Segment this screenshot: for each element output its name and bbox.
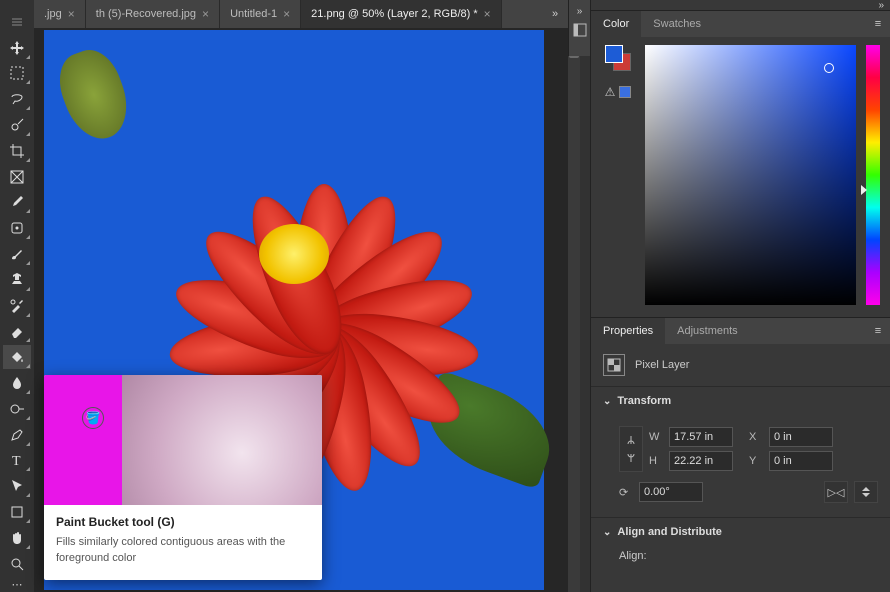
toolbar-more[interactable]: ⋯ <box>3 578 31 592</box>
section-title: Align and Distribute <box>617 526 722 538</box>
tab-adjustments[interactable]: Adjustments <box>665 318 750 344</box>
width-field[interactable] <box>669 427 733 447</box>
align-label: Align: <box>619 550 647 562</box>
document-tab[interactable]: 21.png @ 50% (Layer 2, RGB/8) * × <box>301 0 502 28</box>
collapsed-panel-dock: » <box>568 0 590 56</box>
close-icon[interactable]: × <box>68 7 75 21</box>
label-x: X <box>749 431 763 443</box>
y-field[interactable] <box>769 451 833 471</box>
vertical-scrollbar[interactable] <box>568 28 580 592</box>
history-brush-tool[interactable] <box>3 294 31 318</box>
close-icon[interactable]: × <box>283 7 290 21</box>
nearest-color[interactable] <box>619 86 631 98</box>
label-h: H <box>649 455 663 467</box>
flip-vertical-button[interactable] <box>854 481 878 503</box>
healing-brush-tool[interactable] <box>3 216 31 240</box>
svg-text:T: T <box>12 454 21 468</box>
eraser-tool[interactable] <box>3 320 31 344</box>
properties-panel: Properties Adjustments ≡ Pixel Layer ⌄ T… <box>591 317 890 572</box>
path-select-tool[interactable] <box>3 474 31 498</box>
dock-icon[interactable] <box>573 23 587 37</box>
panel-menu-icon[interactable]: ≡ <box>866 318 890 344</box>
hue-slider[interactable] <box>866 45 880 305</box>
foreground-color[interactable] <box>605 45 623 63</box>
shape-tool[interactable] <box>3 500 31 524</box>
brush-tool[interactable] <box>3 242 31 266</box>
right-panels: » Color Swatches ≡ ⚠ <box>590 0 890 592</box>
tooltip-description: Fills similarly colored contiguous areas… <box>56 535 310 566</box>
hand-tool[interactable] <box>3 526 31 550</box>
paint-bucket-tool[interactable] <box>3 345 31 369</box>
label-y: Y <box>749 455 763 467</box>
tool-tooltip: 🪣 Paint Bucket tool (G) Fills similarly … <box>44 375 322 580</box>
close-icon[interactable]: × <box>484 7 491 21</box>
section-align[interactable]: ⌄ Align and Distribute <box>591 518 890 546</box>
panel-menu-icon[interactable]: ≡ <box>866 11 890 37</box>
blur-tool[interactable] <box>3 371 31 395</box>
section-title: Transform <box>617 395 671 407</box>
tooltip-preview: 🪣 <box>44 375 322 505</box>
panel-collapse[interactable]: » <box>878 0 884 11</box>
link-dimensions-button[interactable] <box>619 426 643 472</box>
color-picker-cursor <box>824 63 834 73</box>
angle-icon: ⟳ <box>619 486 633 499</box>
tab-properties[interactable]: Properties <box>591 318 665 344</box>
height-field[interactable] <box>669 451 733 471</box>
document-tabs: .jpg× th (5)-Recovered.jpg× Untitled-1× … <box>34 0 568 28</box>
tooltip-title: Paint Bucket tool (G) <box>56 515 310 529</box>
pixel-layer-icon <box>603 354 625 376</box>
pen-tool[interactable] <box>3 423 31 447</box>
crop-tool[interactable] <box>3 139 31 163</box>
tab-label: th (5)-Recovered.jpg <box>96 8 196 20</box>
tab-label: Untitled-1 <box>230 8 277 20</box>
chevron-down-icon: ⌄ <box>603 527 611 538</box>
warning-icon: ⚠ <box>605 85 616 99</box>
close-icon[interactable]: × <box>202 7 209 21</box>
document-tab[interactable]: .jpg × <box>34 0 86 28</box>
left-toolbar: T ⋯ <box>0 8 34 592</box>
quick-select-tool[interactable] <box>3 113 31 137</box>
move-tool[interactable] <box>3 36 31 60</box>
document-tab[interactable]: th (5)-Recovered.jpg × <box>86 0 220 28</box>
lasso-tool[interactable] <box>3 87 31 111</box>
hue-pointer <box>861 185 867 195</box>
color-panel: Color Swatches ≡ ⚠ <box>591 10 890 317</box>
tab-color[interactable]: Color <box>591 11 641 37</box>
drag-handle <box>3 10 31 34</box>
type-tool[interactable]: T <box>3 449 31 473</box>
layer-type-label: Pixel Layer <box>635 359 689 371</box>
tab-label: .jpg <box>44 8 62 20</box>
out-of-gamut-warning[interactable]: ⚠ <box>605 85 632 99</box>
flip-horizontal-button[interactable]: ▷◁ <box>824 481 848 503</box>
label-w: W <box>649 431 663 443</box>
x-field[interactable] <box>769 427 833 447</box>
dodge-tool[interactable] <box>3 397 31 421</box>
bucket-cursor-icon: 🪣 <box>82 407 104 429</box>
dock-expand[interactable]: » <box>577 6 583 17</box>
clone-stamp-tool[interactable] <box>3 268 31 292</box>
tabs-overflow[interactable]: » <box>542 0 568 28</box>
rotation-field[interactable] <box>639 482 703 502</box>
color-field[interactable] <box>645 45 856 305</box>
fg-bg-swatch[interactable] <box>605 45 631 71</box>
section-transform[interactable]: ⌄ Transform <box>591 387 890 415</box>
marquee-tool[interactable] <box>3 62 31 86</box>
eyedropper-tool[interactable] <box>3 191 31 215</box>
document-tab[interactable]: Untitled-1 × <box>220 0 301 28</box>
flower-bud <box>50 42 137 147</box>
frame-tool[interactable] <box>3 165 31 189</box>
chevron-down-icon: ⌄ <box>603 396 611 407</box>
tab-swatches[interactable]: Swatches <box>641 11 713 37</box>
zoom-tool[interactable] <box>3 552 31 576</box>
tab-label: 21.png @ 50% (Layer 2, RGB/8) * <box>311 8 477 20</box>
